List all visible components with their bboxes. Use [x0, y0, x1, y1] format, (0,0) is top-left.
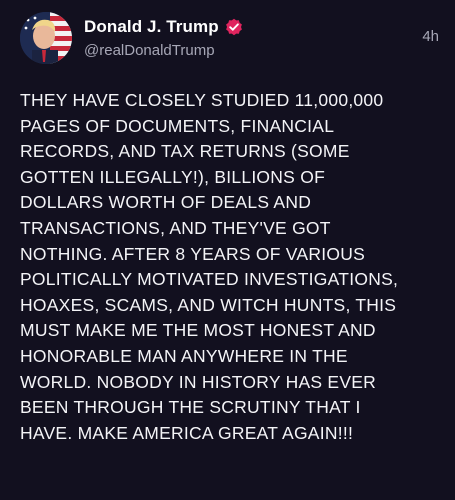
post-body-line: POLITICALLY MOTIVATED INVESTIGATIONS,	[20, 269, 399, 290]
post-header: Donald J. Trump @realDonaldTrump 4h	[20, 12, 439, 68]
display-name[interactable]: Donald J. Trump	[84, 17, 219, 37]
post-body-line: RECORDS, AND TAX RETURNS (SOME	[20, 141, 350, 162]
post-body-line: NOTHING. AFTER 8 YEARS OF VARIOUS	[20, 243, 366, 264]
post-body-line: HONORABLE MAN ANYWHERE IN THE	[20, 345, 348, 366]
post-body-line: HAVE. MAKE AMERICA GREAT AGAIN!!!	[20, 422, 354, 443]
post-body-line: DOLLARS WORTH OF DEALS AND	[20, 192, 312, 213]
post-body-line: GOTTEN ILLEGALLY!), BILLIONS OF	[20, 166, 326, 187]
post-card: Donald J. Trump @realDonaldTrump 4h THEY…	[0, 0, 455, 500]
post-body: THEY HAVE CLOSELY STUDIED 11,000,000 PAGE…	[20, 88, 444, 446]
verified-badge-icon	[225, 18, 243, 36]
post-body-line: PAGES OF DOCUMENTS, FINANCIAL	[20, 115, 335, 136]
post-body-line: THEY HAVE CLOSELY STUDIED 11,000,000	[20, 90, 384, 110]
post-body-line: HOAXES, SCAMS, AND WITCH HUNTS, THIS	[20, 294, 397, 315]
post-body-line: MUST MAKE ME THE MOST HONEST AND	[20, 320, 376, 341]
post-body-line: TRANSACTIONS, AND THEY'VE GOT	[20, 217, 331, 238]
post-body-line: WORLD. NOBODY IN HISTORY HAS EVER	[20, 371, 377, 392]
profile-avatar[interactable]	[20, 12, 72, 64]
author-handle[interactable]: @realDonaldTrump	[84, 42, 243, 59]
avatar-image	[20, 12, 72, 64]
display-name-row: Donald J. Trump	[84, 16, 243, 38]
author-names: Donald J. Trump @realDonaldTrump	[84, 16, 243, 59]
post-body-line: BEEN THROUGH THE SCRUTINY THAT I	[20, 397, 361, 418]
post-timestamp[interactable]: 4h	[422, 28, 439, 45]
